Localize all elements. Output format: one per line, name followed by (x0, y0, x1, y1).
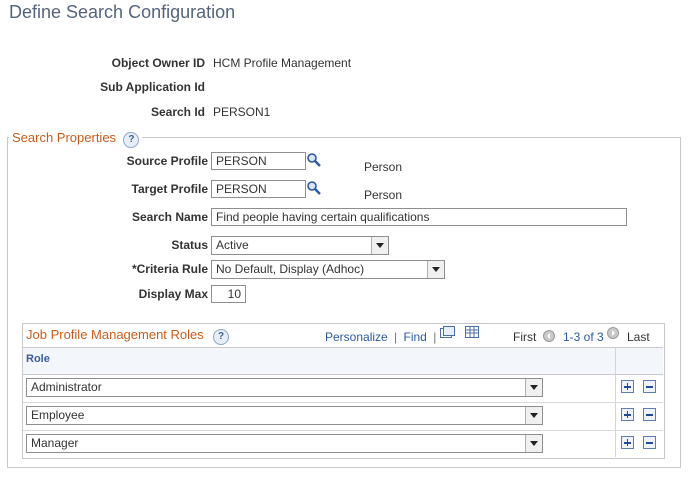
roles-grid-header: Job Profile Management Roles ? (26, 327, 230, 345)
source-profile-label: Source Profile (126, 154, 208, 168)
help-icon[interactable]: ? (123, 132, 140, 148)
source-profile-input[interactable]: PERSON (211, 152, 306, 170)
search-name-input[interactable]: Find people having certain qualification… (211, 208, 627, 226)
criteria-rule-value: No Default, Display (Adhoc) (216, 262, 365, 276)
grid-toolbar: Personalize | Find | (325, 330, 439, 344)
toolbar-separator: | (394, 330, 398, 344)
status-select[interactable]: Active (211, 236, 389, 255)
object-owner-value: HCM Profile Management (213, 56, 352, 70)
display-max-input[interactable]: 10 (211, 285, 246, 303)
page-title: Define Search Configuration (9, 2, 236, 22)
criteria-rule-label: *Criteria Rule (131, 262, 208, 276)
toolbar-separator: | (433, 330, 437, 344)
minus-icon[interactable] (643, 380, 656, 393)
role-select[interactable]: Manager (26, 434, 543, 453)
find-link[interactable]: Find (404, 330, 427, 344)
personalize-link[interactable]: Personalize (325, 330, 388, 344)
plus-icon[interactable] (621, 380, 634, 393)
row-range: 1-3 of 3 (563, 330, 604, 344)
minus-icon[interactable] (643, 408, 656, 421)
status-label: Status (171, 238, 208, 252)
next-arrow-icon[interactable] (607, 327, 619, 339)
status-value: Active (216, 238, 249, 252)
role-select[interactable]: Employee (26, 406, 543, 425)
criteria-rule-select[interactable]: No Default, Display (Adhoc) (211, 260, 445, 279)
sub-application-label: Sub Application Id (100, 80, 205, 94)
chevron-down-icon[interactable] (427, 261, 444, 278)
magnifier-icon[interactable] (306, 152, 322, 168)
plus-icon[interactable] (621, 408, 634, 421)
display-max-label: Display Max (138, 287, 208, 301)
search-id-value: PERSON1 (213, 105, 271, 119)
view-all-icon[interactable] (440, 326, 455, 339)
role-value: Employee (31, 408, 85, 422)
minus-icon[interactable] (643, 436, 656, 449)
role-select[interactable]: Administrator (26, 378, 543, 397)
target-profile-input[interactable]: PERSON (211, 180, 306, 198)
search-properties-title: Search Properties (12, 130, 117, 145)
help-icon[interactable]: ? (213, 329, 230, 345)
role-value: Manager (31, 436, 79, 450)
search-name-label: Search Name (131, 210, 208, 224)
object-owner-label: Object Owner ID (111, 56, 205, 70)
source-profile-description: Person (364, 160, 403, 174)
chevron-down-icon[interactable] (525, 407, 542, 424)
download-grid-icon[interactable] (465, 326, 480, 339)
last-label: Last (627, 330, 650, 344)
search-properties-header: Search Properties ? (9, 130, 143, 148)
magnifier-icon[interactable] (306, 180, 322, 196)
grid-header-row (23, 347, 663, 375)
target-profile-description: Person (364, 188, 403, 202)
search-id-label: Search Id (150, 105, 205, 119)
first-label: First (513, 330, 537, 344)
roles-grid-title: Job Profile Management Roles (26, 327, 204, 342)
chevron-down-icon[interactable] (371, 237, 388, 254)
chevron-down-icon[interactable] (525, 379, 542, 396)
previous-arrow-icon[interactable] (543, 330, 555, 342)
target-profile-label: Target Profile (131, 182, 208, 196)
chevron-down-icon[interactable] (525, 435, 542, 452)
plus-icon[interactable] (621, 436, 634, 449)
role-value: Administrator (31, 380, 102, 394)
column-header-role[interactable]: Role (26, 353, 50, 365)
